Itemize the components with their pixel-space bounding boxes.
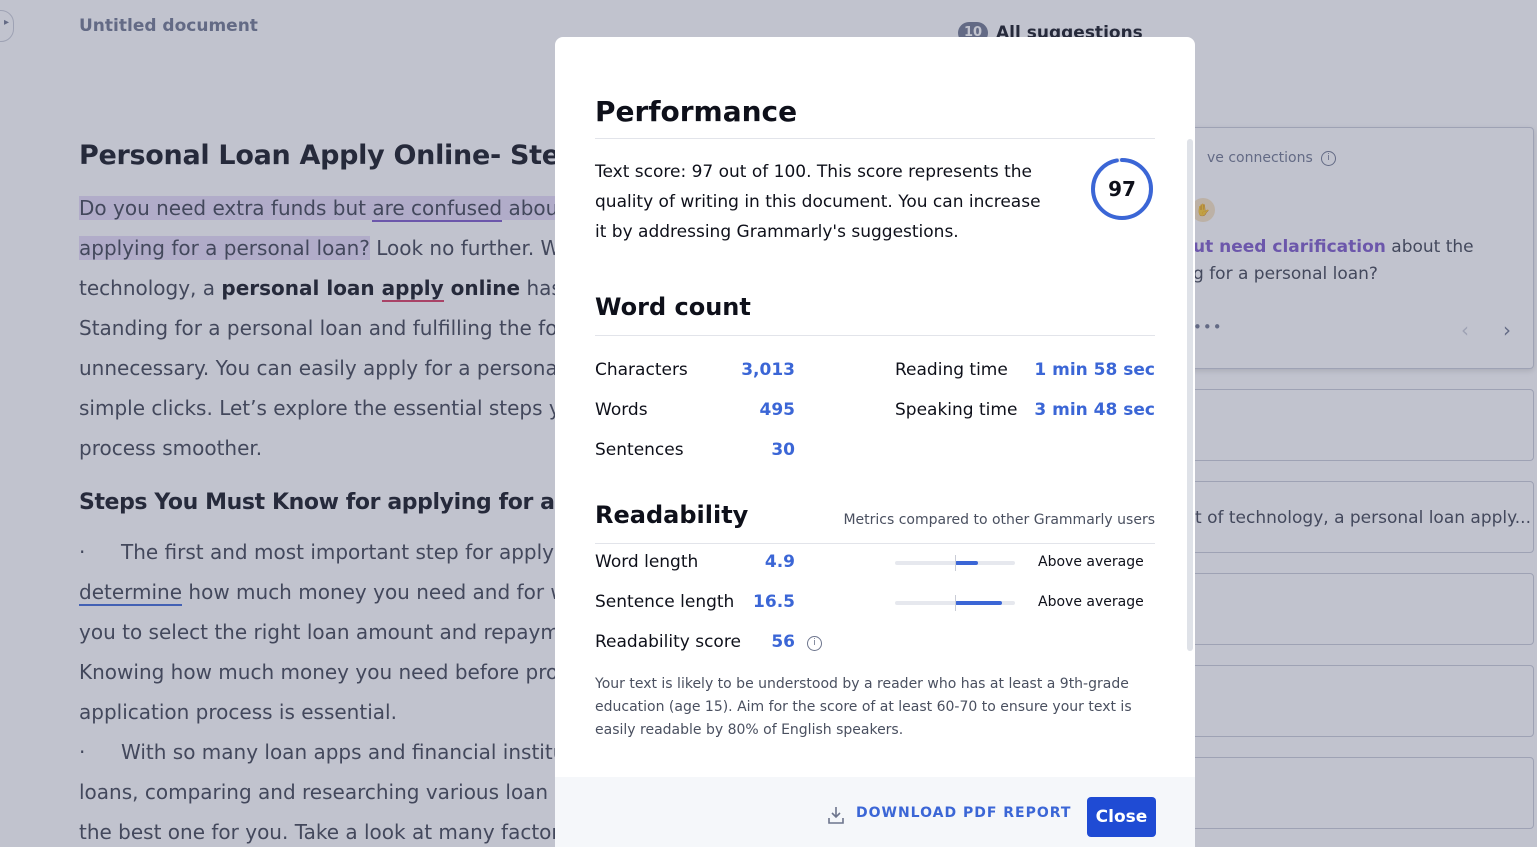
sentence-length-bar (895, 595, 1015, 611)
sentence-length-label: Sentence length (595, 592, 735, 612)
word-length-bar-fill (955, 561, 978, 565)
characters-value: 3,013 (741, 360, 795, 380)
sentence-length-value: 16.5 (753, 592, 795, 612)
sentence-length-status: Above average (1038, 594, 1144, 610)
sentence-length-bar-fill (955, 601, 1002, 605)
speaking-time-label: Speaking time (895, 400, 1018, 420)
readability-title: Readability (595, 501, 749, 529)
characters-label: Characters (595, 360, 688, 380)
words-label: Words (595, 400, 648, 420)
word-count-title: Word count (595, 293, 751, 321)
sentences-value: 30 (771, 440, 795, 460)
word-length-label: Word length (595, 552, 699, 572)
speaking-time-value: 3 min 48 sec (1034, 400, 1155, 420)
divider (595, 335, 1155, 336)
average-marker (955, 555, 956, 571)
readability-note: Your text is likely to be understood by … (595, 676, 1132, 738)
modal-scrollbar[interactable] (1187, 139, 1193, 651)
divider (595, 138, 1155, 139)
info-icon[interactable]: i (807, 636, 822, 651)
words-value: 495 (759, 400, 796, 420)
close-button[interactable]: Close (1087, 797, 1156, 837)
average-marker (955, 595, 956, 611)
word-length-status: Above average (1038, 554, 1144, 570)
performance-modal: Performance Text score: 97 out of 100. T… (555, 37, 1195, 847)
divider (595, 543, 1155, 544)
download-icon[interactable] (827, 805, 845, 825)
score-value: 97 (1108, 177, 1136, 201)
reading-time-value: 1 min 58 sec (1034, 360, 1155, 380)
word-length-bar (895, 555, 1015, 571)
performance-description: Text score: 97 out of 100. This score re… (595, 162, 1041, 242)
download-pdf-button[interactable]: DOWNLOAD PDF REPORT (856, 805, 1072, 821)
performance-title: Performance (595, 95, 798, 128)
metrics-note: Metrics compared to other Grammarly user… (843, 512, 1155, 528)
modal-footer: DOWNLOAD PDF REPORT Close (555, 777, 1195, 847)
sentences-label: Sentences (595, 440, 684, 460)
word-length-value: 4.9 (764, 552, 795, 572)
readability-score-label: Readability score (595, 632, 741, 652)
readability-score-value: 56 (771, 632, 795, 652)
reading-time-label: Reading time (895, 360, 1008, 380)
